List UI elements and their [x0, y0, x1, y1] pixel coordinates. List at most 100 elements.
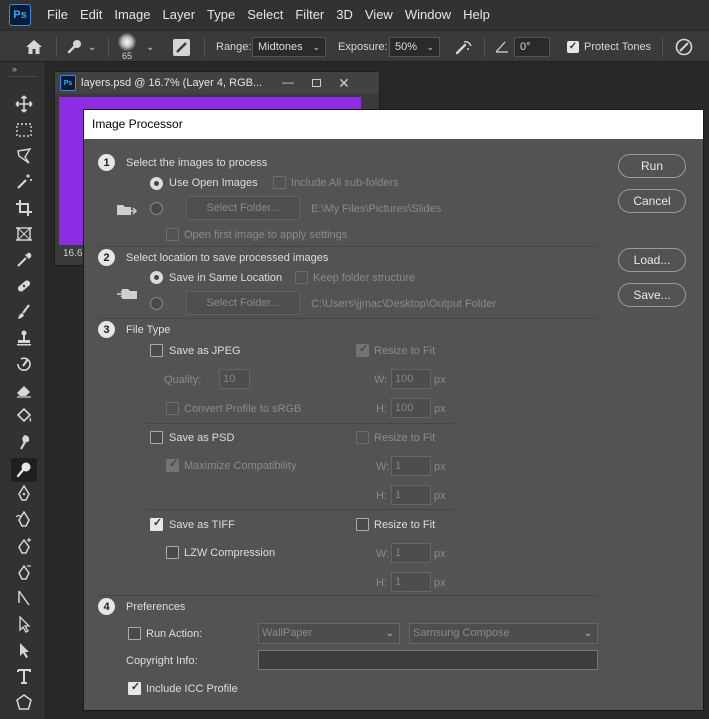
menu-view[interactable]: View	[359, 0, 399, 30]
pen-tool-icon[interactable]	[14, 484, 34, 504]
select-source-folder-button[interactable]: Select Folder...	[186, 196, 300, 220]
home-icon[interactable]	[24, 31, 44, 63]
shape-tool-icon[interactable]	[14, 692, 34, 712]
eraser-tool-icon[interactable]	[14, 380, 34, 400]
convert-profile-srgb-label: Convert Profile to sRGB	[184, 403, 302, 415]
action-set-value: WallPaper	[262, 627, 313, 639]
psd-width-input[interactable]: 1	[391, 456, 431, 476]
frame-tool-icon[interactable]	[14, 224, 34, 244]
history-brush-tool-icon[interactable]	[14, 354, 34, 374]
brush-settings-icon[interactable]	[172, 31, 191, 63]
save-as-tiff-checkbox[interactable]: ✓	[150, 517, 163, 531]
convert-profile-srgb-checkbox[interactable]	[166, 402, 179, 415]
jpeg-width-input[interactable]: 100	[391, 369, 431, 389]
use-open-images-radio[interactable]	[150, 177, 163, 190]
action-set-select[interactable]: WallPaper ⌄	[258, 623, 400, 644]
open-first-image-checkbox[interactable]	[166, 228, 179, 241]
pressure-size-icon[interactable]	[674, 31, 694, 63]
divider	[146, 423, 454, 424]
document-title-bar[interactable]: Ps layers.psd @ 16.7% (Layer 4, RGB... —…	[55, 72, 379, 94]
psd-height-input[interactable]: 1	[391, 485, 431, 505]
select-destination-folder-button[interactable]: Select Folder...	[186, 291, 300, 315]
menu-3d[interactable]: 3D	[330, 0, 359, 30]
freeform-pen-tool-icon[interactable]	[14, 510, 34, 530]
range-select[interactable]: Midtones ⌄	[252, 37, 326, 57]
brush-size-picker[interactable]: 65	[118, 31, 136, 63]
psd-resize-to-fit-checkbox[interactable]	[356, 431, 369, 444]
burn-tool-preset-icon[interactable]: ⌄	[66, 31, 96, 63]
angle-input[interactable]: 0°	[514, 37, 550, 57]
range-value: Midtones	[258, 41, 303, 53]
jpeg-resize-to-fit-checkbox[interactable]: ✓	[356, 343, 369, 357]
smudge-tool-icon[interactable]	[14, 432, 34, 452]
psd-height-unit: px	[434, 490, 446, 502]
dialog-title[interactable]: Image Processor	[84, 110, 703, 139]
menu-help[interactable]: Help	[457, 0, 496, 30]
eyedropper-tool-icon[interactable]	[14, 250, 34, 270]
close-icon[interactable]: ✕	[333, 75, 355, 91]
menu-select[interactable]: Select	[241, 0, 289, 30]
action-name-select[interactable]: Samsung Compose ⌄	[409, 623, 598, 644]
options-bar: ⌄ 65 ⌄ Range: Midtones ⌄ Exposure: 50% ⌄…	[0, 30, 709, 62]
menu-layer[interactable]: Layer	[157, 0, 202, 30]
paint-bucket-tool-icon[interactable]	[14, 406, 34, 426]
save-button[interactable]: Save...	[618, 283, 686, 307]
load-button[interactable]: Load...	[618, 248, 686, 272]
save-as-psd-checkbox[interactable]	[150, 431, 163, 444]
clone-stamp-tool-icon[interactable]	[14, 328, 34, 348]
exposure-select[interactable]: 50% ⌄	[389, 37, 440, 57]
menu-type[interactable]: Type	[201, 0, 241, 30]
save-as-jpeg-label: Save as JPEG	[169, 345, 241, 357]
maximize-compatibility-checkbox[interactable]: ✓	[166, 458, 179, 472]
marquee-tool-icon[interactable]	[14, 120, 34, 140]
action-name-value: Samsung Compose	[413, 627, 510, 639]
type-tool-icon[interactable]	[14, 666, 34, 686]
jpeg-height-unit: px	[434, 403, 446, 415]
burn-tool-icon[interactable]	[11, 458, 37, 482]
tiff-width-input[interactable]: 1	[391, 543, 431, 563]
delete-anchor-tool-icon[interactable]	[14, 562, 34, 582]
add-anchor-tool-icon[interactable]	[14, 536, 34, 556]
chevron-down-icon[interactable]: ⌄	[146, 31, 154, 63]
magic-wand-tool-icon[interactable]	[14, 172, 34, 192]
convert-point-tool-icon[interactable]	[14, 588, 34, 608]
select-source-folder-radio[interactable]	[150, 202, 163, 215]
brush-tool-icon[interactable]	[14, 302, 34, 322]
maximize-icon[interactable]	[305, 75, 327, 91]
photoshop-logo-icon: Ps	[9, 4, 31, 26]
tiff-height-input[interactable]: 1	[391, 572, 431, 592]
menu-window[interactable]: Window	[399, 0, 457, 30]
menu-file[interactable]: File	[41, 0, 74, 30]
crop-tool-icon[interactable]	[14, 198, 34, 218]
jpeg-quality-input[interactable]: 10	[219, 369, 250, 389]
move-tool-icon[interactable]	[14, 94, 34, 114]
jpeg-height-input[interactable]: 100	[391, 398, 431, 418]
run-action-checkbox[interactable]	[128, 627, 141, 640]
select-destination-folder-radio[interactable]	[150, 297, 163, 310]
path-selection-tool-icon[interactable]	[14, 614, 34, 634]
copyright-info-label: Copyright Info:	[126, 655, 198, 667]
cancel-button[interactable]: Cancel	[618, 189, 686, 213]
menu-filter[interactable]: Filter	[289, 0, 330, 30]
keep-folder-structure-checkbox[interactable]	[295, 271, 308, 284]
run-button[interactable]: Run	[618, 154, 686, 178]
menu-image[interactable]: Image	[108, 0, 156, 30]
direct-selection-tool-icon[interactable]	[14, 640, 34, 660]
spot-healing-tool-icon[interactable]	[14, 276, 34, 296]
expand-panel-icon[interactable]: »	[12, 64, 17, 74]
tiff-height-label: H:	[376, 577, 387, 589]
include-subfolders-checkbox[interactable]	[273, 176, 286, 189]
tiff-resize-to-fit-checkbox[interactable]	[356, 518, 369, 531]
save-as-tiff-label: Save as TIFF	[169, 519, 235, 531]
include-icc-profile-checkbox[interactable]: ✓	[128, 681, 141, 695]
save-as-jpeg-checkbox[interactable]	[150, 344, 163, 357]
protect-tones-checkbox[interactable]: ✓ Protect Tones	[567, 31, 651, 63]
menu-edit[interactable]: Edit	[74, 0, 108, 30]
minimize-icon[interactable]: —	[277, 75, 299, 91]
lasso-tool-icon[interactable]	[14, 146, 34, 166]
lzw-compression-checkbox[interactable]	[166, 546, 179, 559]
save-same-location-radio[interactable]	[150, 271, 163, 284]
divider	[98, 318, 598, 319]
copyright-info-input[interactable]	[258, 650, 598, 670]
airbrush-icon[interactable]	[454, 31, 474, 63]
